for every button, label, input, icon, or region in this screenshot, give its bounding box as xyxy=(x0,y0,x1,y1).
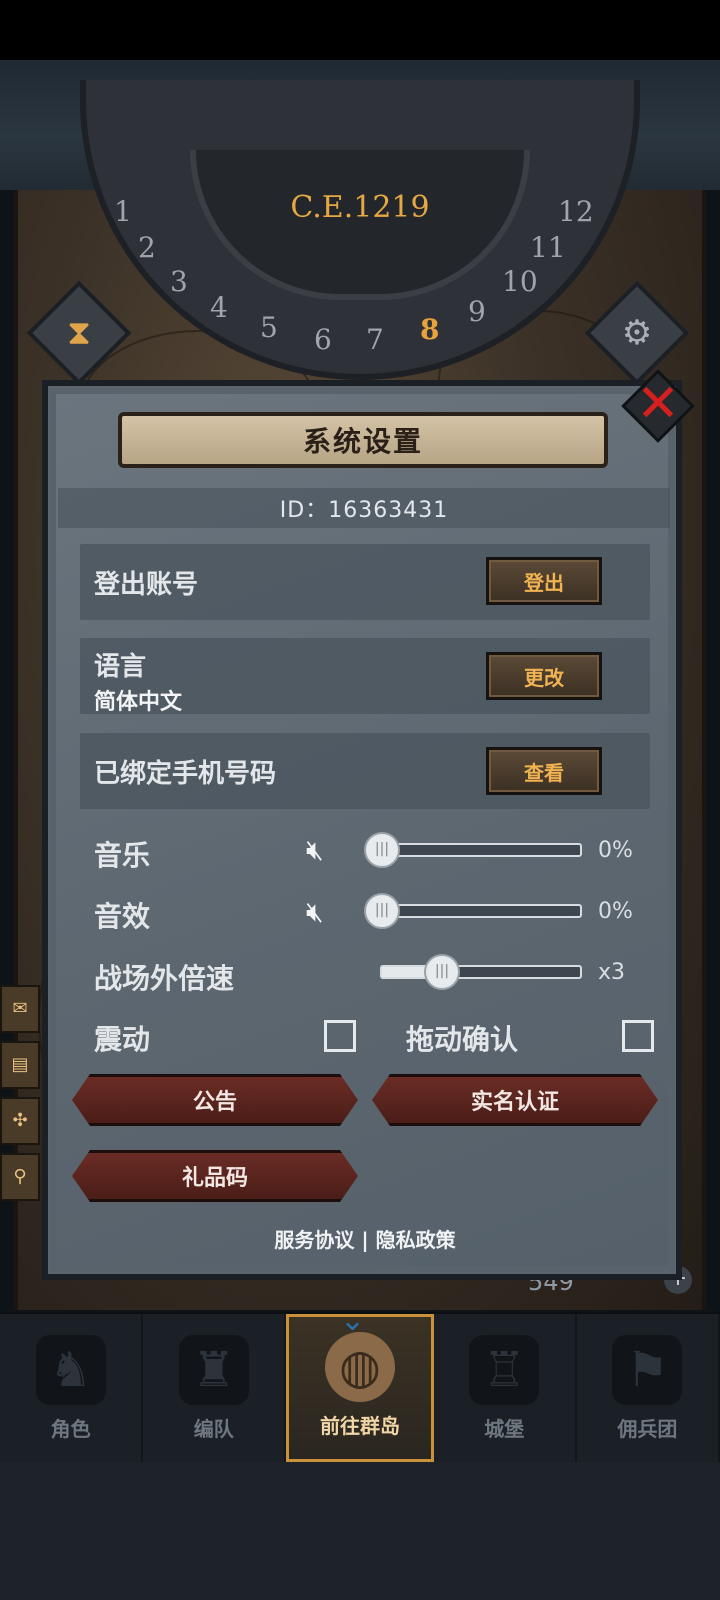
speed-label: 战场外倍速 xyxy=(94,962,235,995)
view-phone-button[interactable]: 查看 xyxy=(486,747,602,795)
vibration-checkbox[interactable] xyxy=(324,1020,356,1052)
sfx-value: 0% xyxy=(598,899,633,924)
dialog-title: 系统设置 xyxy=(302,425,423,458)
card-icon[interactable]: ▤ xyxy=(0,1041,40,1089)
mute-icon[interactable]: 🔇︎ xyxy=(306,832,350,868)
gear-icon: ⚙ xyxy=(621,313,653,353)
month-numbers: 1 2 3 4 5 6 7 8 9 10 11 12 xyxy=(100,195,620,365)
speed-slider[interactable] xyxy=(380,965,582,979)
vibration-label: 震动 xyxy=(94,1023,151,1056)
formation-helmet-icon: ♜ xyxy=(178,1335,249,1405)
month-number: 11 xyxy=(530,231,566,264)
mute-icon[interactable]: 🔇︎ xyxy=(306,894,350,930)
chevron-down-icon: ⌄ xyxy=(340,1303,366,1338)
side-quick-icons: ✉ ▤ ✣ ⚲ xyxy=(0,985,44,1209)
language-value: 简体中文 xyxy=(94,690,183,715)
bottom-safe-area xyxy=(0,1462,720,1600)
gift-code-button[interactable]: 礼品码 xyxy=(72,1150,358,1202)
month-number: 6 xyxy=(314,323,332,356)
month-number: 9 xyxy=(468,295,486,328)
sfx-label: 音效 xyxy=(94,900,151,933)
nav-label: 佣兵团 xyxy=(617,1417,678,1441)
month-number: 4 xyxy=(210,291,228,324)
music-value: 0% xyxy=(598,838,633,863)
speed-value: x3 xyxy=(598,960,626,985)
phone-row: 已绑定手机号码 查看 xyxy=(80,733,650,809)
notice-button[interactable]: 公告 xyxy=(72,1074,358,1126)
service-agreement-link[interactable]: 服务协议 xyxy=(274,1228,354,1252)
nav-castle[interactable]: ♖ 城堡 xyxy=(434,1314,577,1462)
nav-label: 角色 xyxy=(50,1417,91,1441)
phone-label: 已绑定手机号码 xyxy=(94,759,277,789)
nav-character[interactable]: ♞ 角色 xyxy=(0,1314,144,1462)
nav-label: 编队 xyxy=(193,1417,234,1441)
footer-links: 服务协议 | 隐私政策 xyxy=(60,1224,670,1253)
nav-formation[interactable]: ♜ 编队 xyxy=(143,1314,287,1462)
logout-button[interactable]: 登出 xyxy=(486,557,602,605)
privacy-policy-link[interactable]: 隐私政策 xyxy=(376,1228,456,1252)
drag-confirm-checkbox[interactable] xyxy=(622,1020,654,1052)
logout-label: 登出账号 xyxy=(94,570,199,600)
music-label: 音乐 xyxy=(94,839,151,872)
sfx-slider-knob[interactable]: ||| xyxy=(364,893,400,929)
hourglass-icon: ⧗ xyxy=(67,313,91,353)
month-number: 7 xyxy=(366,323,384,356)
month-number: 3 xyxy=(170,265,188,298)
close-icon[interactable]: ✕ xyxy=(634,376,682,432)
status-bar xyxy=(0,0,720,60)
sfx-slider[interactable] xyxy=(378,904,582,918)
scroll-icon[interactable]: ✉ xyxy=(0,985,40,1033)
bottom-navigation: ♞ 角色 ♜ 编队 ⌄ ◍ 前往群岛 ♖ 城堡 ⚑ 佣兵团 xyxy=(0,1303,720,1462)
nav-islands[interactable]: ⌄ ◍ 前往群岛 xyxy=(286,1303,434,1462)
dialog-title-banner: 系统设置 xyxy=(118,412,608,468)
nav-label: 城堡 xyxy=(484,1417,525,1441)
month-number: 5 xyxy=(260,311,278,344)
nav-label: 前往群岛 xyxy=(320,1414,400,1438)
speed-slider-knob[interactable]: ||| xyxy=(424,954,460,990)
compass-icon[interactable]: ✣ xyxy=(0,1097,40,1145)
logout-row: 登出账号 登出 xyxy=(80,544,650,620)
realname-verify-button[interactable]: 实名认证 xyxy=(372,1074,658,1126)
month-number: 2 xyxy=(138,231,156,264)
drag-confirm-label: 拖动确认 xyxy=(406,1023,519,1056)
month-number-active[interactable]: 8 xyxy=(420,313,439,346)
music-slider[interactable] xyxy=(378,843,582,857)
language-row: 语言 简体中文 更改 xyxy=(80,638,650,715)
mercenary-banner-icon: ⚑ xyxy=(612,1335,683,1405)
language-label: 语言 xyxy=(94,652,147,682)
knight-helmet-icon: ♞ xyxy=(35,1335,106,1405)
change-language-button[interactable]: 更改 xyxy=(486,652,602,700)
search-icon[interactable]: ⚲ xyxy=(0,1153,40,1201)
music-slider-knob[interactable]: ||| xyxy=(364,832,400,868)
month-number: 12 xyxy=(558,195,594,228)
month-number: 10 xyxy=(502,265,538,298)
footer-separator: | xyxy=(361,1228,369,1252)
globe-island-icon: ◍ xyxy=(325,1332,395,1402)
player-id: ID：16363431 xyxy=(58,488,670,528)
castle-icon: ♖ xyxy=(469,1335,540,1405)
month-number: 1 xyxy=(114,195,132,228)
nav-mercenary[interactable]: ⚑ 佣兵团 xyxy=(577,1314,720,1462)
